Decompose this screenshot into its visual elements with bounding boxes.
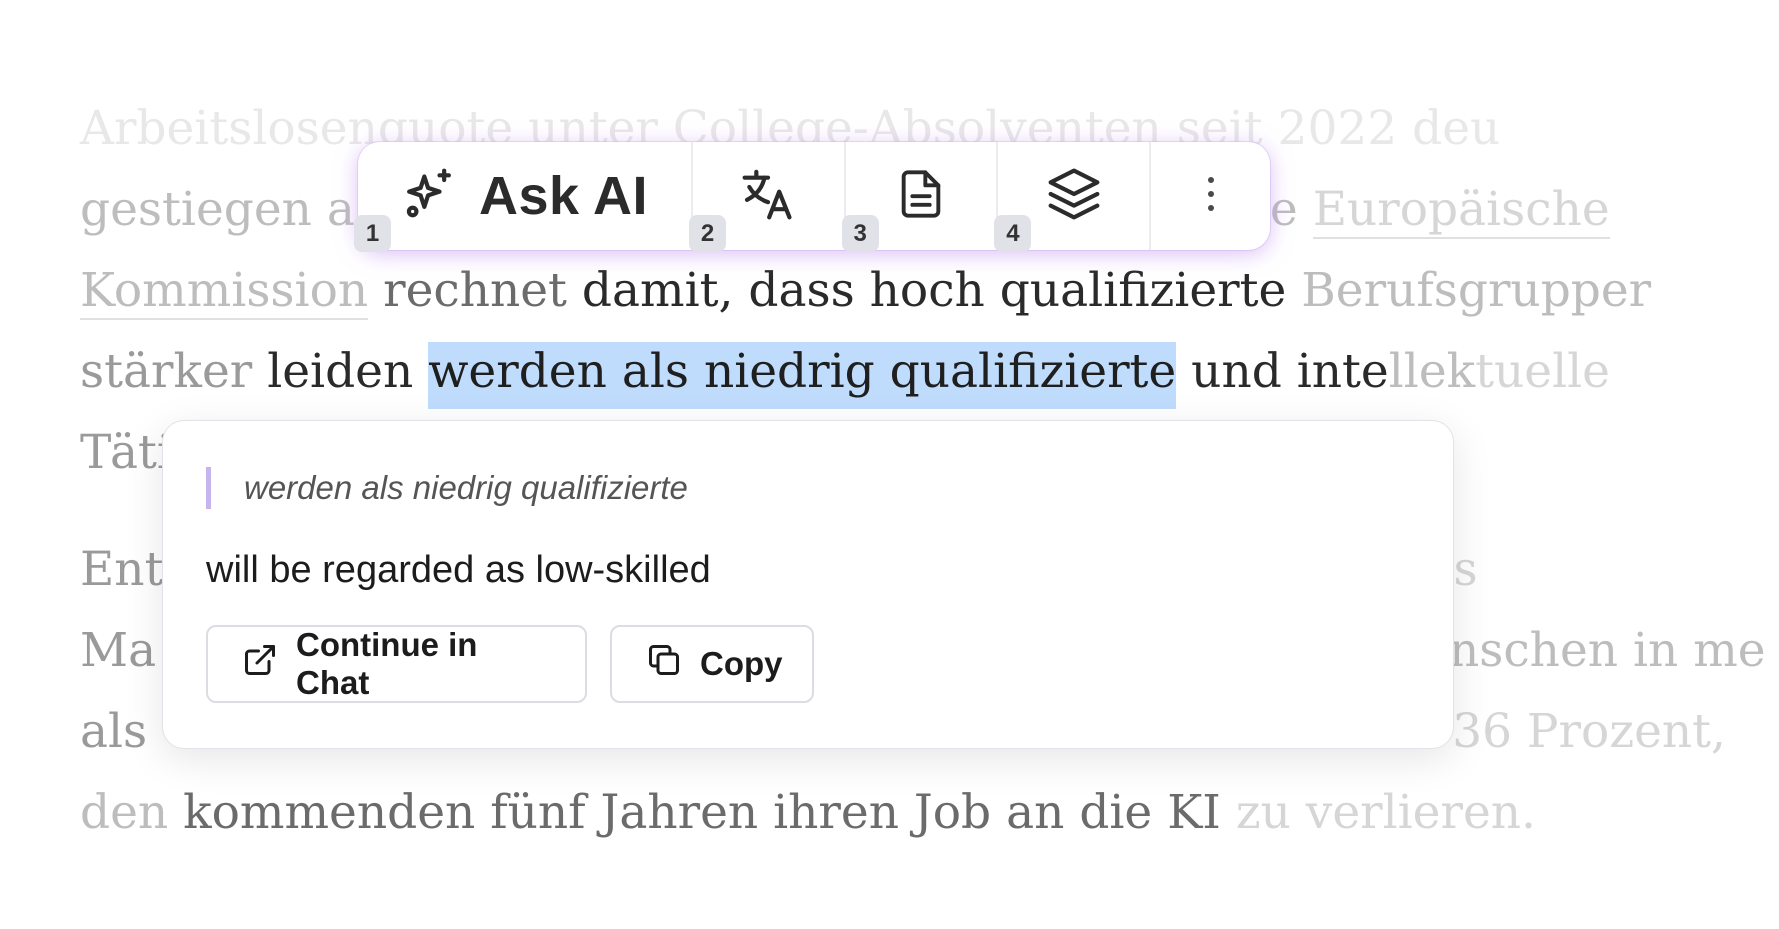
ask-ai-label: Ask AI <box>479 166 649 226</box>
external-link-icon <box>242 642 278 686</box>
text-segment: s <box>1453 542 1478 597</box>
summarize-button[interactable]: 3 <box>841 142 997 252</box>
text-segment: zu verlieren. <box>1235 785 1536 840</box>
text-segment: Berufsgrupper <box>1301 263 1652 318</box>
continue-in-chat-label: Continue in Chat <box>296 626 478 701</box>
article-line: stärker leiden werden als niedrig qualif… <box>80 331 1610 412</box>
translation-popup: werden als niedrig qualifizierte will be… <box>162 420 1454 749</box>
copy-icon <box>646 642 682 686</box>
selected-text[interactable]: werden als niedrig qualifizierte <box>428 342 1177 409</box>
text-segment: stärker <box>80 344 268 399</box>
text-segment: tuelle <box>1475 344 1610 399</box>
text-segment: Täti <box>80 425 172 480</box>
more-vertical-icon <box>1205 174 1217 219</box>
text-segment: rechnet <box>368 263 582 318</box>
text-link[interactable]: Europäische <box>1312 182 1610 239</box>
sparkles-icon <box>401 166 457 227</box>
translate-icon <box>740 166 796 227</box>
text-segment: den <box>80 785 184 840</box>
translate-button[interactable]: 2 <box>689 142 844 252</box>
article-line: Täti <box>80 412 172 493</box>
continue-in-chat-button[interactable]: Continue in Chat <box>206 625 587 703</box>
text-segment: damit, dass hoch qualifizierte <box>581 263 1302 318</box>
translation-result: will be regarded as low-skilled <box>206 549 711 591</box>
shortcut-badge: 1 <box>354 215 391 252</box>
text-segment: und inte <box>1176 344 1389 399</box>
layers-button[interactable]: 4 <box>994 142 1149 252</box>
copy-button[interactable]: Copy <box>610 625 814 703</box>
shortcut-badge: 4 <box>994 215 1032 252</box>
text-segment: Ma <box>80 623 157 678</box>
layers-icon <box>1046 166 1102 227</box>
copy-label: Copy <box>700 645 783 682</box>
text-segment: Ent <box>80 542 164 597</box>
selection-toolbar: Ask AI 1 2 3 4 <box>354 142 1270 252</box>
text-segment: llek <box>1388 344 1476 399</box>
text-segment: 36 Prozent, <box>1452 704 1726 759</box>
document-icon <box>895 168 947 225</box>
text-segment: enschen in me <box>1421 623 1766 678</box>
text-link[interactable]: Kommission <box>80 263 369 320</box>
ask-ai-button[interactable]: Ask AI 1 <box>354 142 691 252</box>
article-line: Kommission rechnet damit, dass hoch qual… <box>80 250 1651 331</box>
source-quote: werden als niedrig qualifizierte <box>206 467 688 509</box>
shortcut-badge: 3 <box>841 215 879 252</box>
text-segment: als <box>80 704 148 759</box>
text-segment: leiden <box>267 344 429 399</box>
more-options-button[interactable] <box>1151 142 1270 250</box>
shortcut-badge: 2 <box>689 215 727 252</box>
article-line: den kommenden fünf Jahren ihren Job an d… <box>80 772 1536 853</box>
text-segment: gestiegen a <box>80 182 355 237</box>
text-segment: kommenden fünf Jahren ihren Job an die K… <box>183 785 1236 840</box>
